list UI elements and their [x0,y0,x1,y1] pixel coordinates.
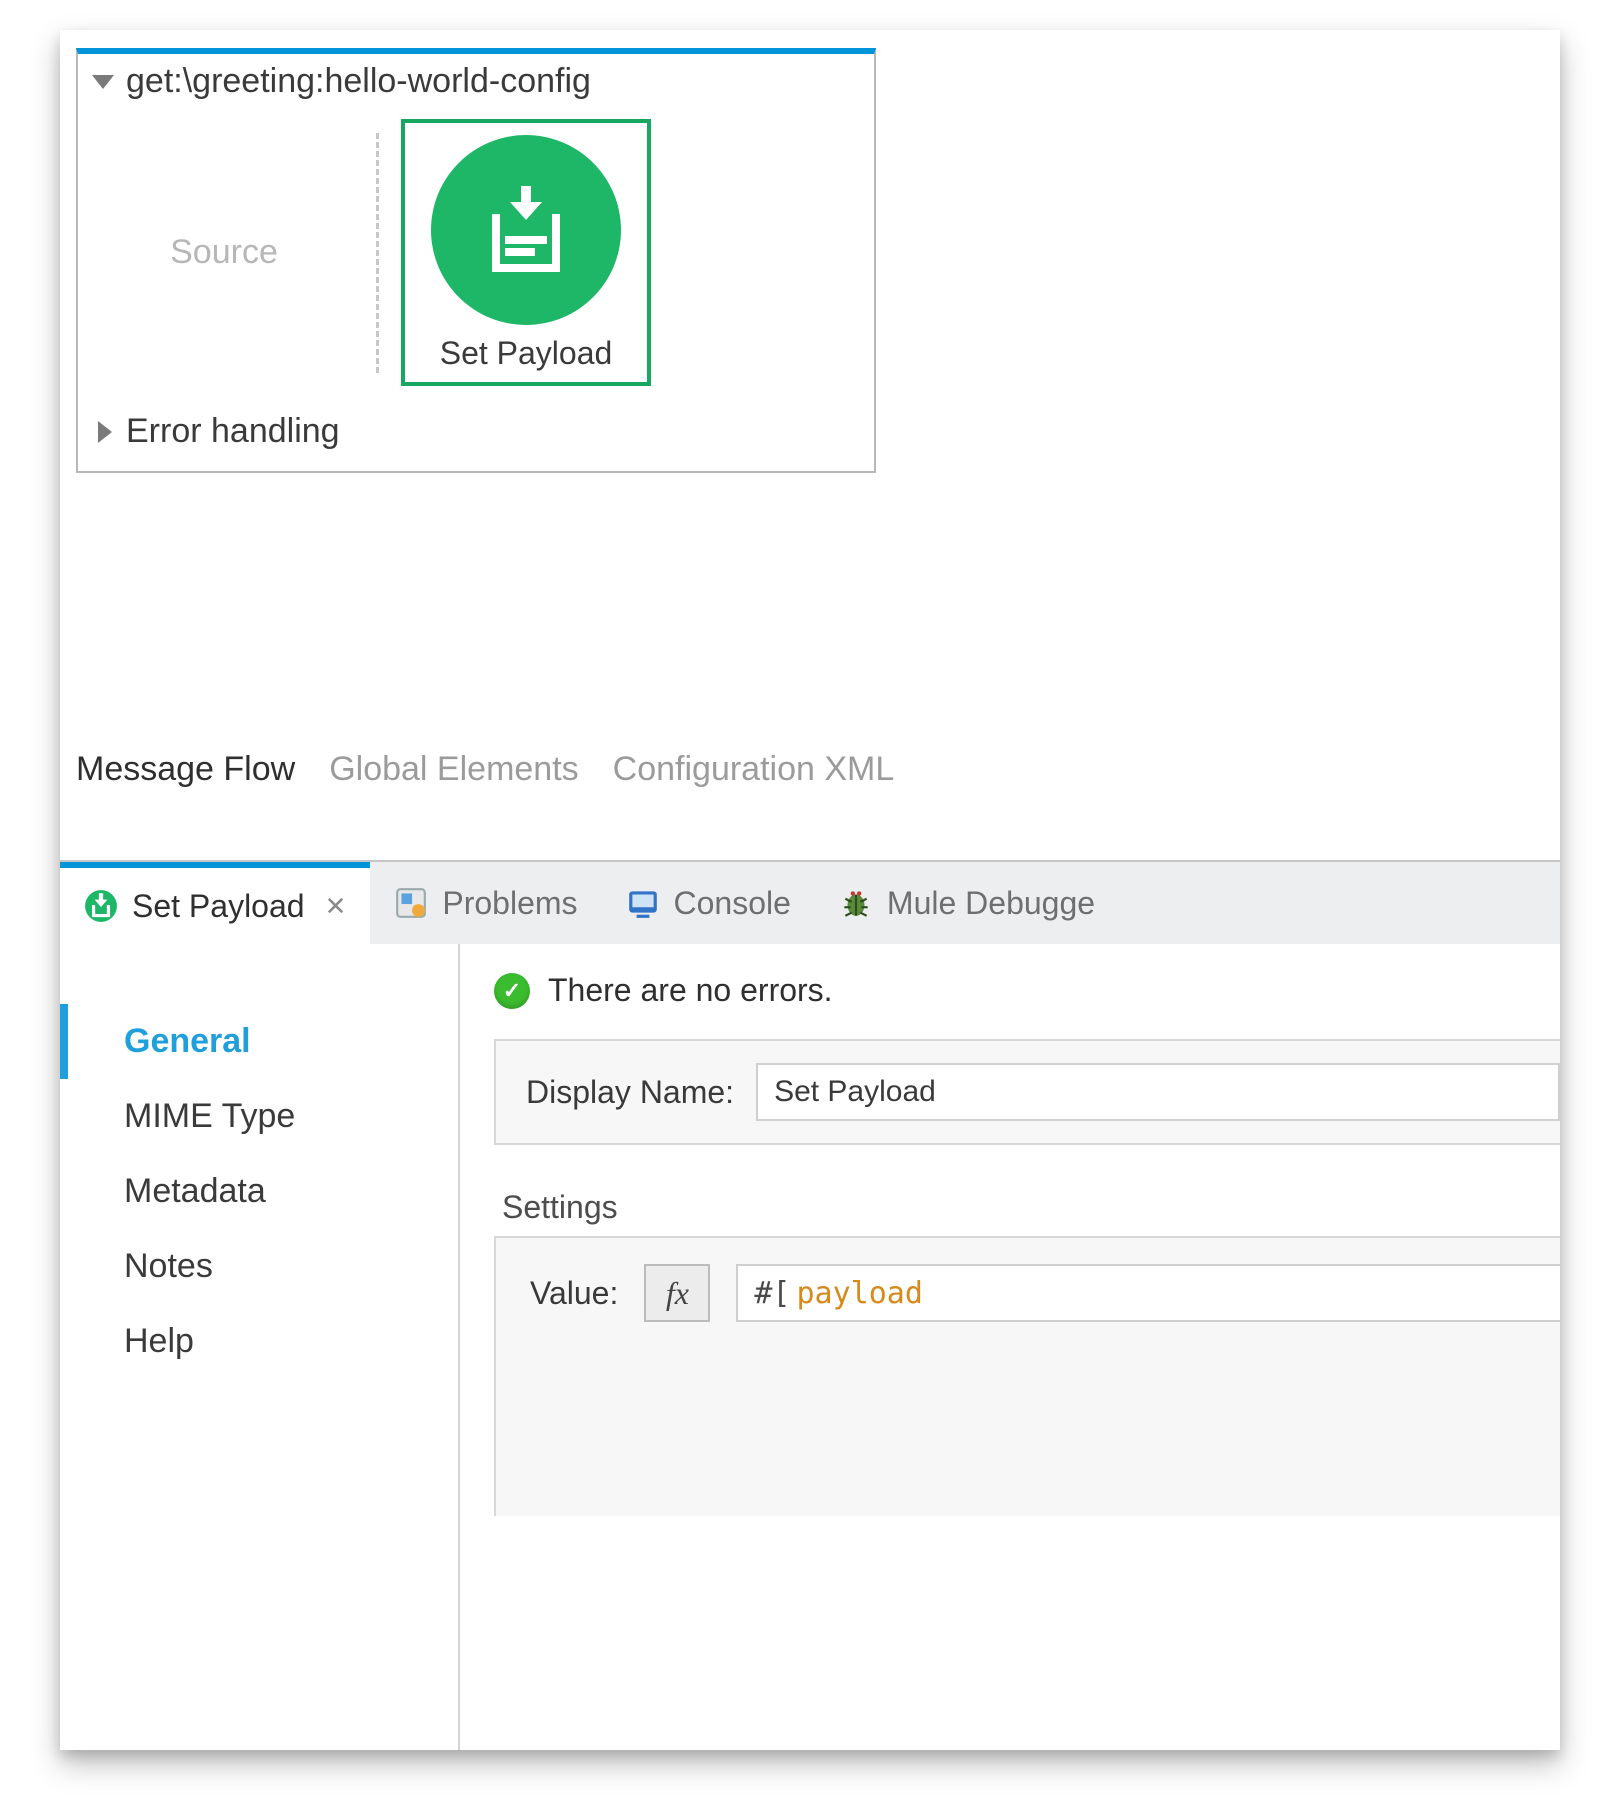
tab-global-elements[interactable]: Global Elements [329,750,578,789]
panel-tab-console[interactable]: Console [602,862,815,944]
editor-tabs: Message Flow Global Elements Configurati… [76,750,894,789]
collapse-icon [98,421,112,443]
expr-keyword: payload [796,1276,922,1311]
set-payload-icon [431,135,621,325]
fx-toggle-button[interactable]: fx [644,1264,710,1322]
value-label: Value: [530,1275,618,1312]
sidenav-item-help[interactable]: Help [60,1304,458,1379]
flow-node-label: Set Payload [440,335,613,372]
display-name-label: Display Name: [526,1074,734,1111]
panel-tab-set-payload[interactable]: Set Payload ✕ [60,862,370,944]
close-icon[interactable]: ✕ [325,891,347,922]
display-name-input[interactable] [756,1063,1560,1121]
ok-icon [494,973,530,1009]
sidenav-item-mime[interactable]: MIME Type [60,1079,458,1154]
tab-message-flow[interactable]: Message Flow [76,750,295,789]
settings-card: Value: fx #[ payload [494,1236,1560,1516]
value-expression-input[interactable]: #[ payload [736,1264,1560,1322]
panel-tabs: Set Payload ✕ Problems Console [60,862,1560,944]
bug-icon [839,886,873,920]
flow-node-set-payload[interactable]: Set Payload [401,119,651,386]
error-handling-label: Error handling [126,412,340,451]
flow-title: get:\greeting:hello-world-config [126,62,591,101]
properties-content: There are no errors. Display Name: Setti… [460,944,1560,1750]
problems-icon [394,886,428,920]
sidenav-item-notes[interactable]: Notes [60,1229,458,1304]
panel-tab-mule-debugger[interactable]: Mule Debugge [815,862,1119,944]
status-row: There are no errors. [494,972,1560,1009]
panel-tab-label: Problems [442,885,577,922]
flow-container: get:\greeting:hello-world-config Source [76,48,876,473]
flow-header[interactable]: get:\greeting:hello-world-config [78,54,874,101]
console-icon [626,886,660,920]
flow-divider [376,133,379,373]
panel-tab-label: Console [674,885,791,922]
expr-prefix: #[ [754,1276,790,1311]
error-handling-header[interactable]: Error handling [78,396,874,459]
flow-source-slot[interactable]: Source [94,233,354,272]
tab-configuration-xml[interactable]: Configuration XML [613,750,895,789]
status-text: There are no errors. [548,972,833,1009]
panel-tab-label: Mule Debugge [887,885,1095,922]
properties-sidenav: General MIME Type Metadata Notes Help [60,944,460,1750]
panel-tab-label: Set Payload [132,888,305,925]
sidenav-item-general[interactable]: General [60,1004,458,1079]
panel-tab-problems[interactable]: Problems [370,862,601,944]
display-name-card: Display Name: [494,1039,1560,1145]
settings-title: Settings [502,1189,1560,1226]
expand-icon [92,75,114,89]
set-payload-tab-icon [84,889,118,923]
bottom-panel: Set Payload ✕ Problems Console [60,860,1560,1750]
sidenav-item-metadata[interactable]: Metadata [60,1154,458,1229]
